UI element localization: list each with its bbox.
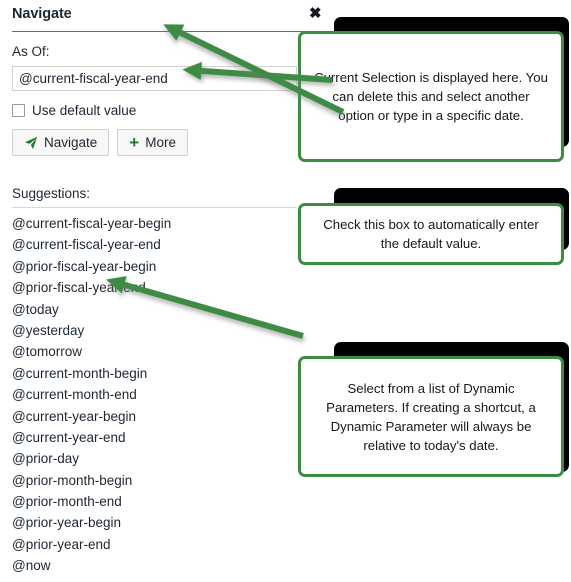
list-item[interactable]: @current-month-begin — [12, 363, 297, 384]
list-item[interactable]: @current-fiscal-year-end — [12, 234, 297, 255]
navigate-button[interactable]: Navigate — [12, 129, 110, 156]
list-item[interactable]: @now — [12, 555, 297, 576]
suggestions-list: @current-fiscal-year-begin @current-fisc… — [12, 213, 297, 577]
list-item[interactable]: @current-month-end — [12, 384, 297, 405]
navigate-button-label: Navigate — [44, 135, 98, 150]
list-item[interactable]: @tomorrow — [12, 341, 297, 362]
list-item[interactable]: @current-fiscal-year-begin — [12, 213, 297, 234]
arrow-head — [181, 60, 202, 80]
page-title: Navigate — [12, 6, 72, 22]
as-of-label: As Of: — [12, 44, 50, 59]
list-item[interactable]: @current-year-begin — [12, 406, 297, 427]
dialog-button-row: Navigate + More — [12, 129, 188, 156]
more-button[interactable]: + More — [117, 129, 188, 156]
use-default-value-label: Use default value — [32, 102, 137, 118]
suggestions-label: Suggestions: — [12, 186, 91, 201]
plus-icon: + — [129, 133, 140, 152]
list-item[interactable]: @prior-year-end — [12, 534, 297, 555]
use-default-value-row[interactable]: Use default value — [12, 100, 136, 120]
callout-current-selection: Current Selection is displayed here. You… — [298, 31, 564, 162]
more-button-label: More — [145, 135, 176, 150]
use-default-value-checkbox[interactable] — [12, 103, 25, 117]
list-item[interactable]: @prior-year-begin — [12, 512, 297, 533]
callout-default-value: Check this box to automatically enter th… — [298, 203, 564, 265]
paper-plane-icon — [24, 136, 38, 150]
list-item[interactable]: @today — [12, 299, 297, 320]
list-item[interactable]: @prior-month-end — [12, 491, 297, 512]
list-item[interactable]: @prior-fiscal-year-begin — [12, 256, 297, 277]
list-item[interactable]: @prior-month-begin — [12, 470, 297, 491]
callout-text: Select from a list of Dynamic Parameters… — [326, 380, 536, 453]
callout-text: Current Selection is displayed here. You… — [314, 70, 548, 123]
list-item[interactable]: @prior-day — [12, 448, 297, 469]
list-item[interactable]: @current-year-end — [12, 427, 297, 448]
callout-dynamic-parameters: Select from a list of Dynamic Parameters… — [298, 356, 564, 477]
callout-text: Check this box to automatically enter th… — [323, 217, 539, 251]
suggestions-divider — [12, 207, 297, 208]
close-icon[interactable]: ✖ — [309, 5, 322, 23]
